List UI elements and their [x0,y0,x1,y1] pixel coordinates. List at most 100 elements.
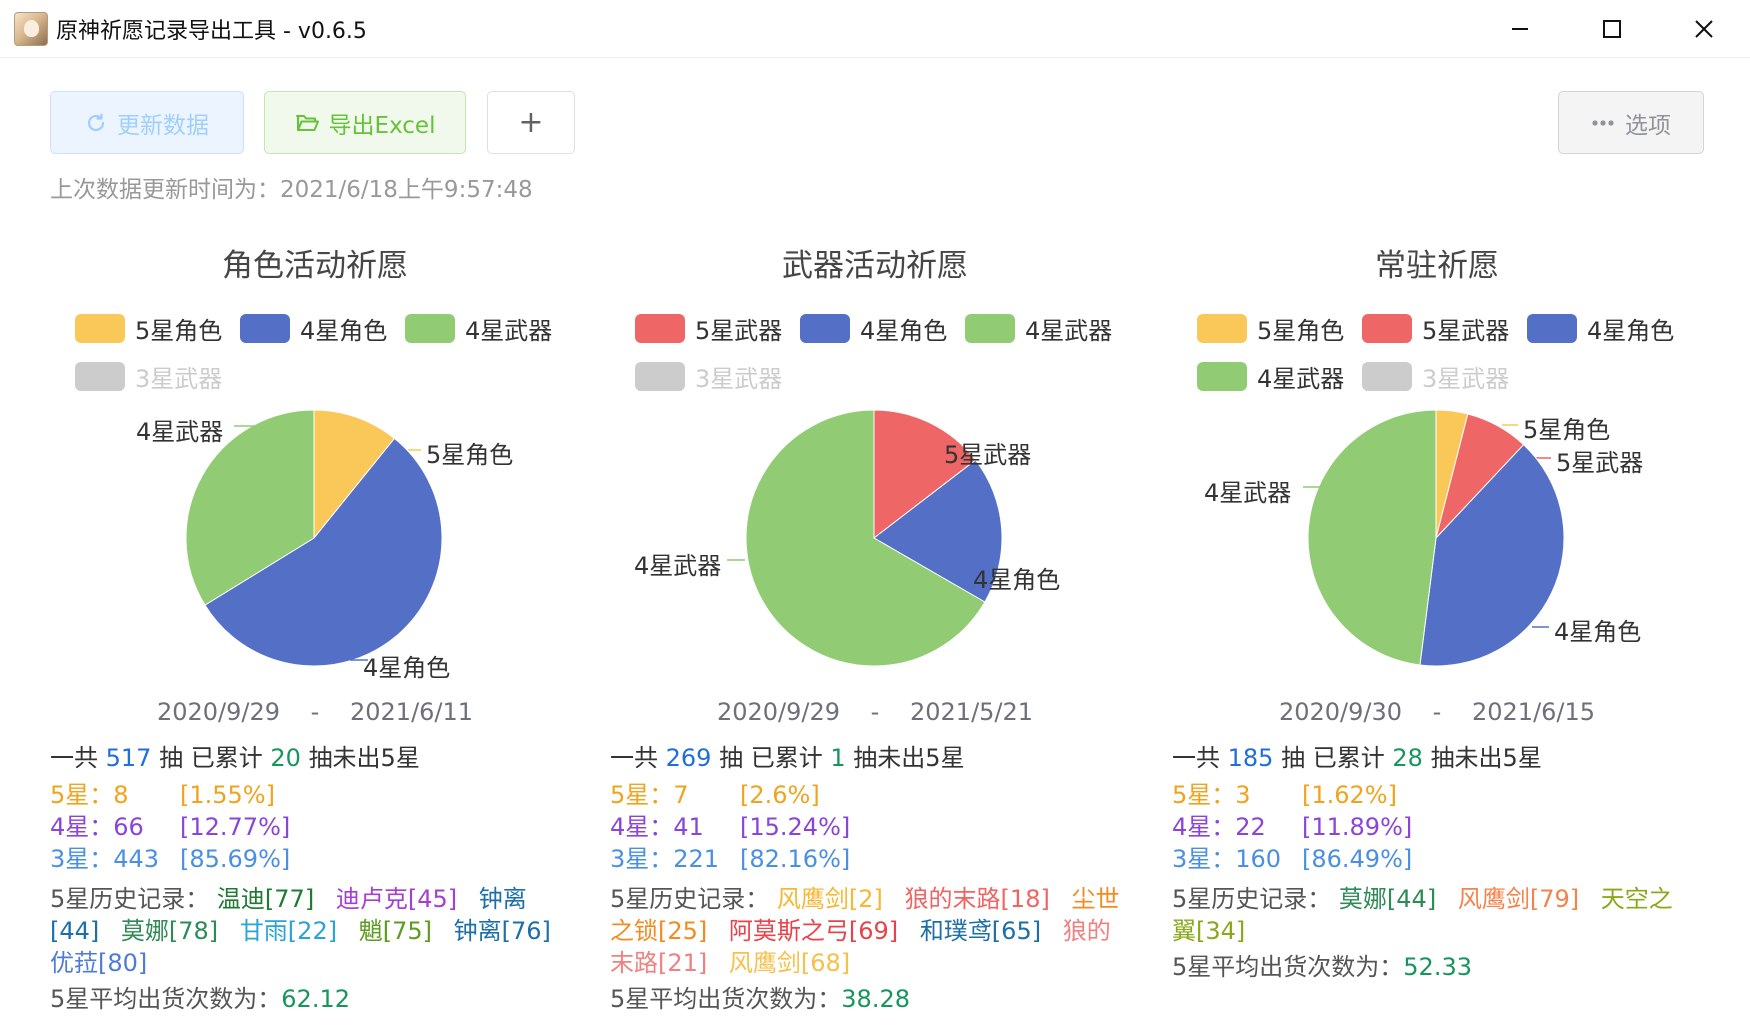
total-suffix: 抽未出5星 [1430,744,1542,772]
panel-title: 常驻祈愿 [1375,248,1499,284]
date-range: 2020/9/29 - 2021/6/11 [50,698,580,726]
export-excel-button[interactable]: 导出Excel [264,91,466,154]
five-star-line: 5星：8 [1.55%] [50,779,570,811]
title-bar: 原神祈愿记录导出工具 - v0.6.5 [0,0,1750,58]
pie-slice-four-star-weapon[interactable] [1307,409,1437,666]
legend-item-five-star-weapon[interactable]: 5星武器 [635,310,782,346]
date-range: 2020/9/30 - 2021/6/15 [1172,698,1702,726]
average-pulls-line: 5星平均出货次数为：38.28 [610,983,1130,1015]
add-account-button[interactable]: + [487,91,575,154]
total-pulls: 269 [665,744,712,772]
legend-label: 4星角色 [860,316,948,345]
maximize-button[interactable] [1566,0,1658,58]
date-separator: - [1432,698,1442,726]
date-from: 2020/9/29 [716,698,840,726]
pity-count: 28 [1392,744,1423,772]
options-label: 选项 [1625,112,1671,139]
total-pulls: 517 [105,744,152,772]
five-star-percent: [1.62%] [1302,781,1397,809]
history-item: 莫娜[44] [1338,885,1437,913]
export-excel-label: 导出Excel [328,112,436,139]
legend-swatch [1527,313,1577,343]
legend-label: 5星武器 [695,316,783,345]
five-star-history: 5星历史记录： 温迪[77] 迪卢克[45] 钟离[44] 莫娜[78] 甘雨[… [50,883,570,979]
date-separator: - [870,698,880,726]
three-star-line: 3星：221 [82.16%] [610,843,1130,875]
total-prefix: 一共 [1172,744,1220,772]
history-item: 优菈[80] [50,949,148,977]
five-star-count: 5星：8 [50,781,129,809]
legend-label: 4星武器 [1025,316,1113,345]
legend-item-four-star-weapon[interactable]: 4星武器 [405,310,552,346]
average-pulls-line: 5星平均出货次数为：52.33 [1172,951,1692,983]
legend-label: 5星角色 [135,316,223,345]
total-pulls-line: 一共 269 抽 已累计 1 抽未出5星 [610,742,1130,774]
four-star-count: 4星：41 [610,813,704,841]
four-star-line: 4星：22 [11.89%] [1172,811,1692,843]
legend-item-five-star-char[interactable]: 5星角色 [1197,310,1344,346]
date-from: 2020/9/29 [156,698,280,726]
date-to: 2021/6/11 [350,698,474,726]
total-pulls-line: 一共 185 抽 已累计 28 抽未出5星 [1172,742,1692,774]
minimize-icon [1512,28,1528,30]
legend-item-four-star-char[interactable]: 4星角色 [800,310,947,346]
refresh-icon [87,112,105,131]
minimize-button[interactable] [1474,0,1566,58]
panel-title: 武器活动祈愿 [782,248,968,284]
refresh-data-button[interactable]: 更新数据 [50,91,244,154]
legend-label: 4星武器 [465,316,553,345]
legend-swatch [1197,313,1247,343]
plus-icon: + [518,105,544,140]
legend-item-five-star-weapon[interactable]: 5星武器 [1362,310,1509,346]
four-star-count: 4星：66 [50,813,144,841]
history-label: 5星历史记录： [610,885,770,913]
history-item: 钟离[76] [453,917,551,945]
four-star-line: 4星：41 [15.24%] [610,811,1130,843]
legend-item-four-star-weapon[interactable]: 4星武器 [965,310,1112,346]
legend-item-four-star-char[interactable]: 4星角色 [240,310,387,346]
four-star-percent: [12.77%] [180,813,291,841]
legend-item-five-star-char[interactable]: 5星角色 [75,310,222,346]
history-item: 风鹰剑[2] [776,885,883,913]
pie-chart [1303,409,1565,667]
pie-slice-label: 4星角色 [363,654,451,682]
history-item: 迪卢克[45] [335,885,458,913]
five-star-percent: [2.6%] [740,781,820,809]
history-item: 和璞鸢[65] [919,917,1042,945]
options-button[interactable]: 选项 [1558,91,1704,154]
history-item: 莫娜[78] [120,917,219,945]
legend-swatch [965,313,1015,343]
panel-title: 角色活动祈愿 [222,248,408,284]
legend-swatch [405,313,455,343]
wish-stats: 一共 517 抽 已累计 20 抽未出5星 5星：8 [1.55%] 4星：66 [12… [50,742,570,1015]
legend-swatch [240,313,290,343]
three-star-percent: [82.16%] [740,845,851,873]
total-pulls: 185 [1227,744,1274,772]
four-star-percent: [11.89%] [1302,813,1413,841]
total-suffix: 抽未出5星 [308,744,420,772]
three-star-line: 3星：160 [86.49%] [1172,843,1692,875]
four-star-percent: [15.24%] [740,813,851,841]
legend-item-four-star-char[interactable]: 4星角色 [1527,310,1674,346]
average-label: 5星平均出货次数为： [1172,953,1404,981]
more-dots-icon [1592,119,1614,126]
legend-label: 5星角色 [1257,316,1345,345]
date-range: 2020/9/29 - 2021/5/21 [610,698,1140,726]
wish-stats: 一共 185 抽 已累计 28 抽未出5星 5星：3 [1.62%] 4星：22 [11… [1172,742,1692,983]
date-to: 2021/6/15 [1472,698,1596,726]
pie-slice-label: 4星武器 [136,418,224,446]
panel-character-event: 角色活动祈愿 5星角色 4星角色 4星武器 3星武器 5星角色 4星角色 4星武器 2020/9… [50,230,610,1030]
three-star-count: 3星：221 [610,845,720,873]
five-star-percent: [1.55%] [180,781,275,809]
pie-chart [185,409,443,667]
close-icon [1695,20,1713,38]
five-star-count: 5星：7 [610,781,689,809]
pie-slice-label: 4星角色 [1554,618,1642,646]
average-label: 5星平均出货次数为： [610,985,842,1013]
legend-swatch [1362,313,1412,343]
close-button[interactable] [1658,0,1750,58]
pity-count: 20 [270,744,301,772]
date-from: 2020/9/30 [1278,698,1402,726]
total-prefix: 一共 [50,744,98,772]
pie-slice-label: 4星武器 [634,552,722,580]
